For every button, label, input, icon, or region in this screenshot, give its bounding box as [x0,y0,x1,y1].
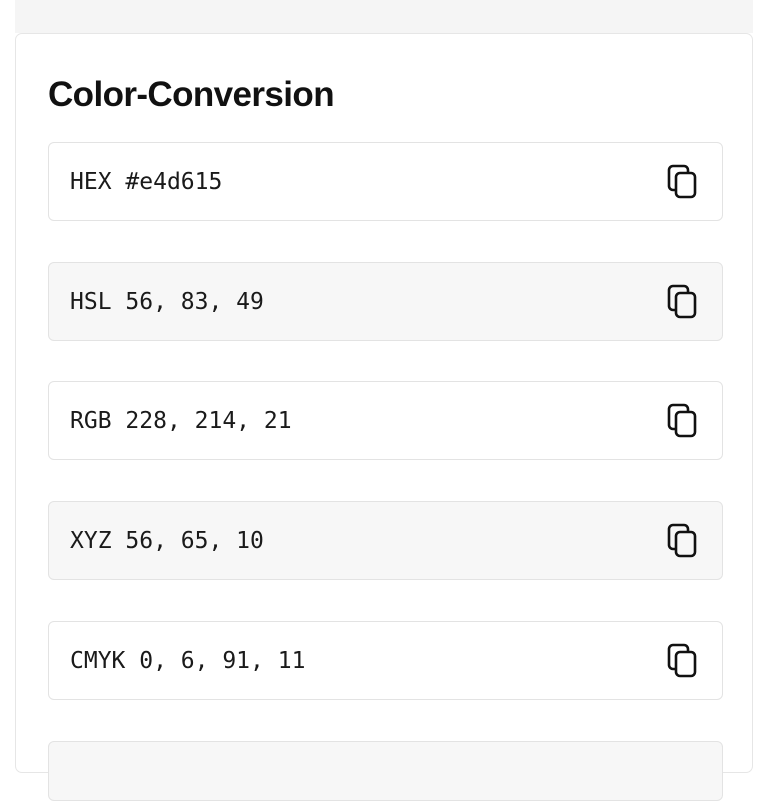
copy-icon [667,523,697,557]
card-title: Color-Conversion [48,75,335,114]
copy-icon [667,643,697,677]
copy-button[interactable] [664,282,702,322]
copy-icon [667,164,697,198]
conversion-label: XYZ [70,527,112,554]
conversion-row-cmyk: CMYK 0, 6, 91, 11 [48,621,723,700]
conversion-label: HSL [70,288,112,315]
copy-button[interactable] [664,521,702,561]
conversion-row-rgb: RGB 228, 214, 21 [48,381,723,460]
copy-icon [667,284,697,318]
conversion-row-partial [48,741,723,801]
conversion-label: CMYK [70,647,126,674]
conversion-value: 56, 83, 49 [125,288,264,315]
conversion-row-xyz: XYZ 56, 65, 10 [48,501,723,580]
conversion-row-hsl: HSL 56, 83, 49 [48,262,723,341]
conversion-value: 228, 214, 21 [125,407,292,434]
conversion-label: RGB [70,407,112,434]
copy-button[interactable] [664,401,702,441]
copy-button[interactable] [664,162,702,202]
copy-icon [667,403,697,437]
conversion-row-hex: HEX #e4d615 [48,142,723,221]
conversion-value: #e4d615 [125,168,223,195]
conversion-value: 0, 6, 91, 11 [139,647,306,674]
copy-button[interactable] [664,641,702,681]
conversion-value: 56, 65, 10 [125,527,264,554]
top-strip [15,0,753,33]
color-conversion-card: Color-Conversion HEX #e4d615 HSL 56, 83,… [15,33,753,801]
conversion-label: HEX [70,168,112,195]
